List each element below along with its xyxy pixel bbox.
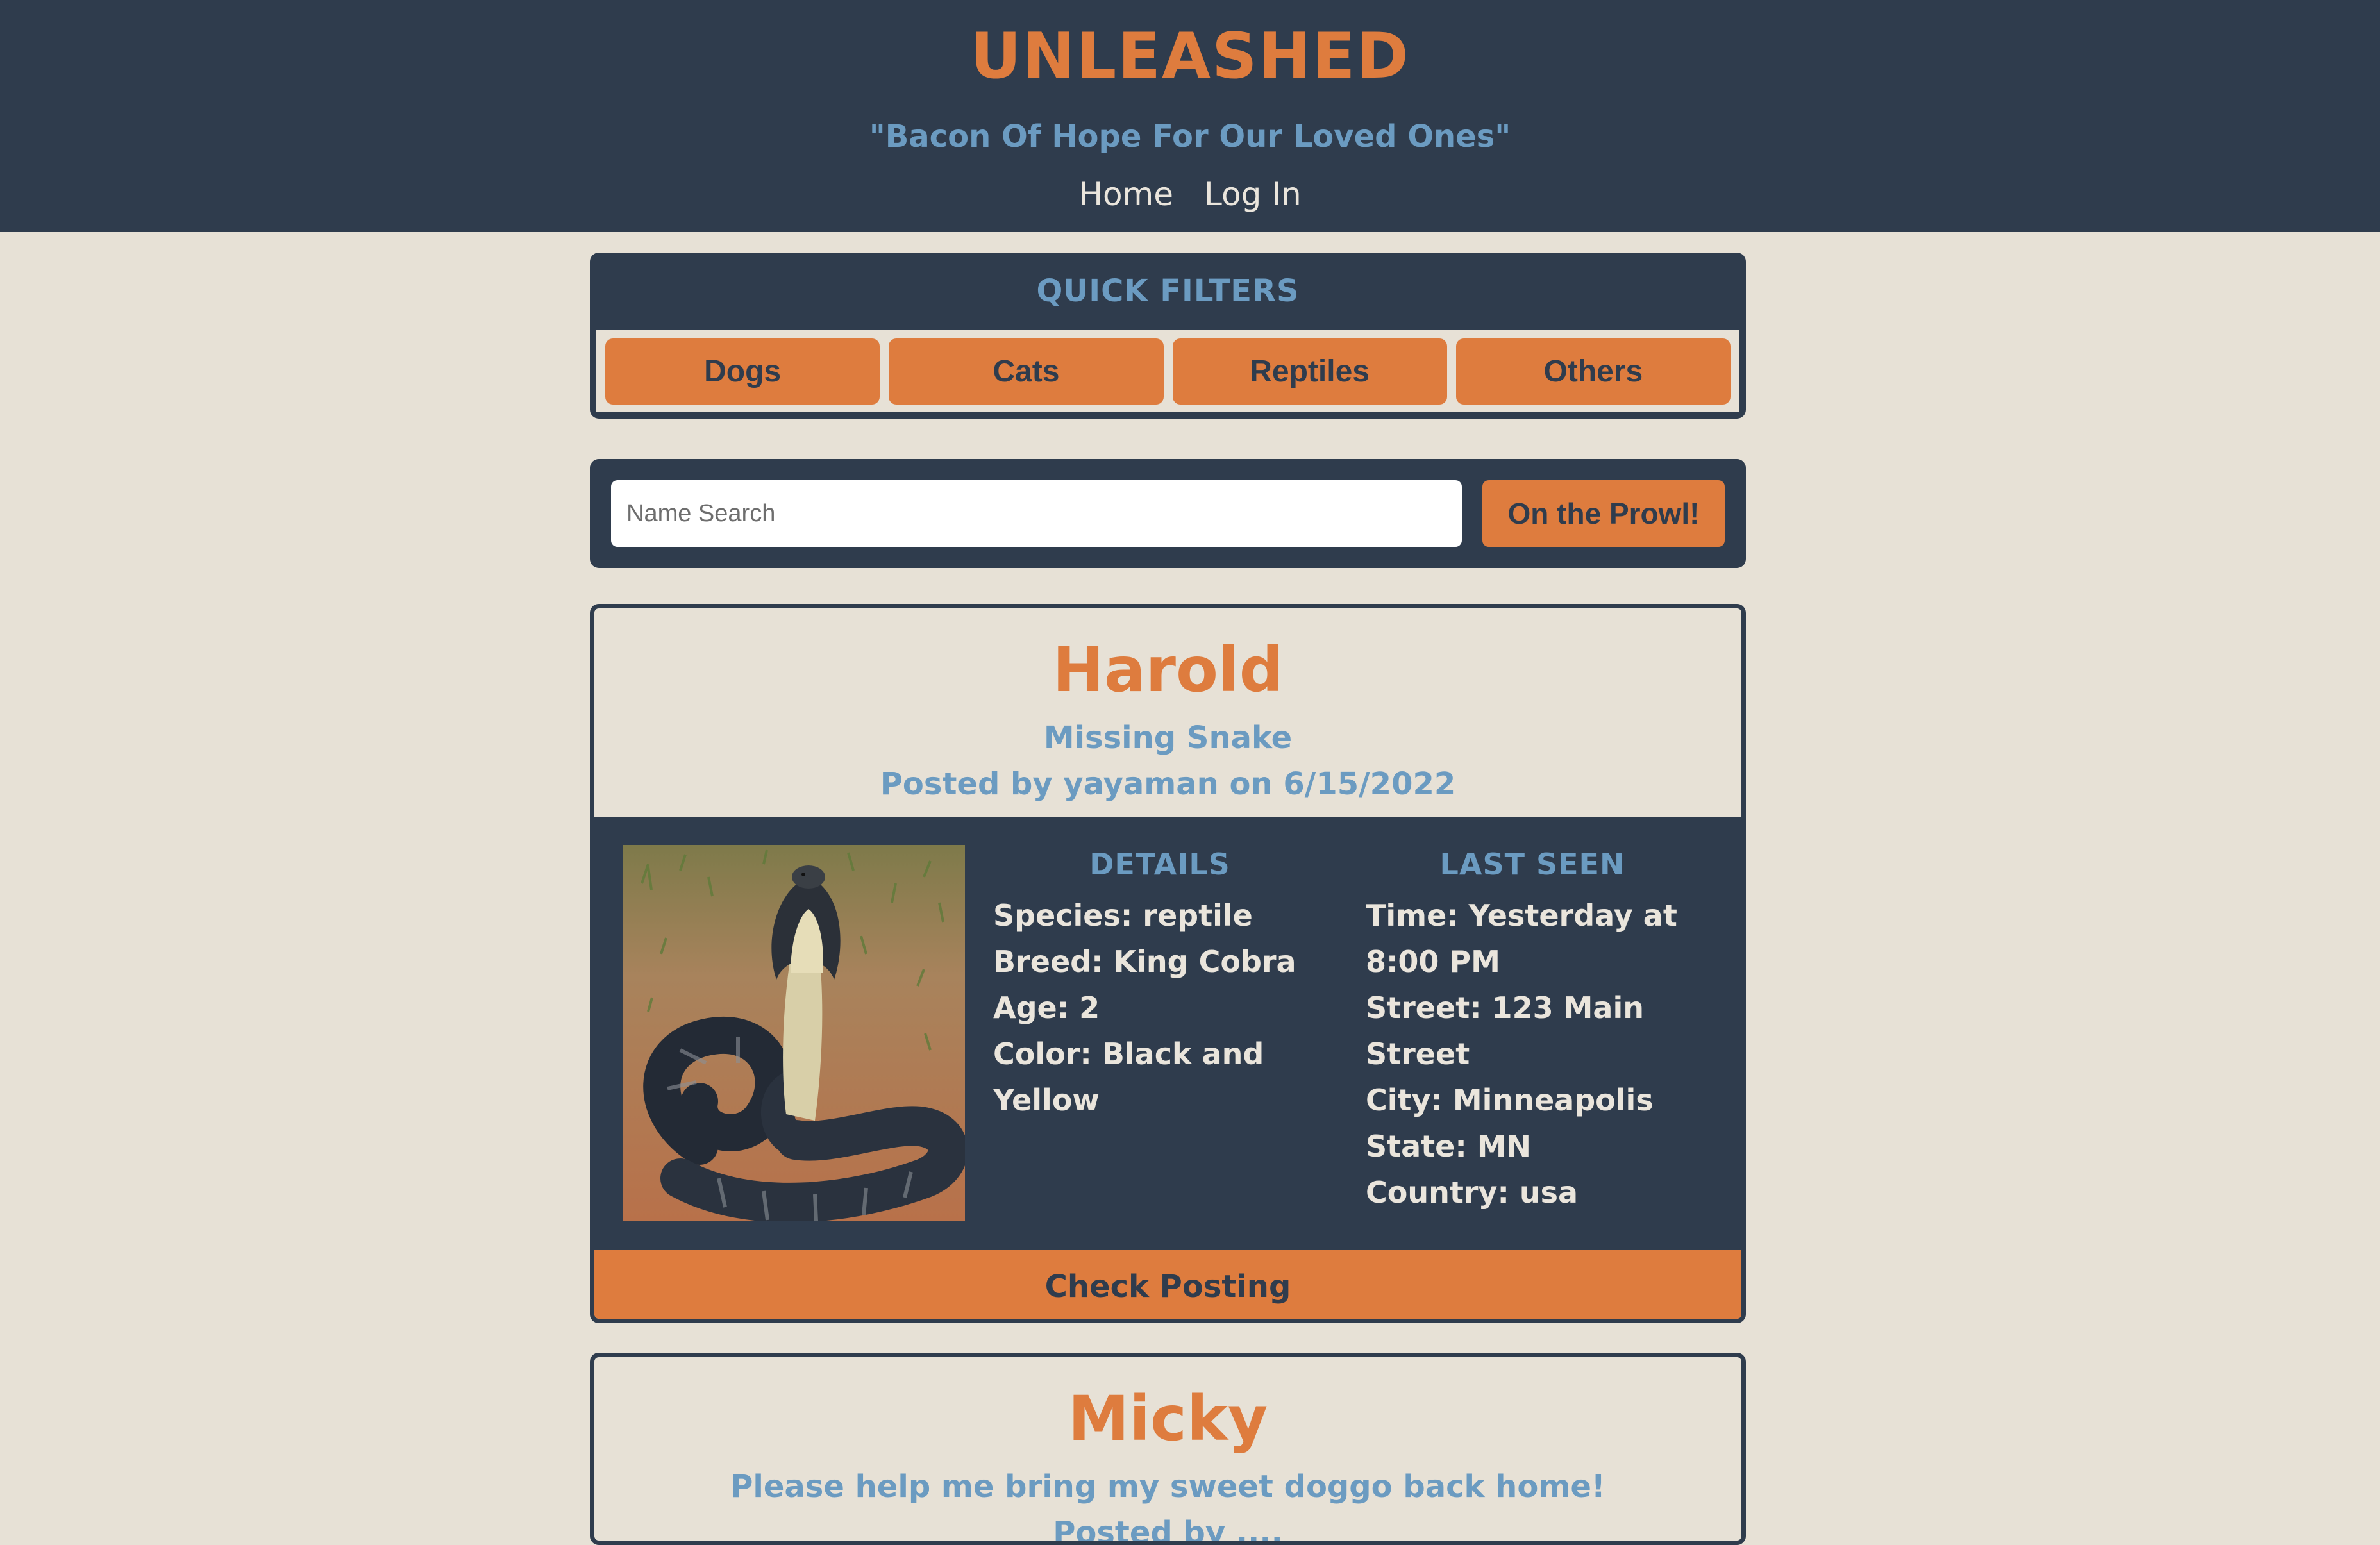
details-section: DETAILS Species: reptile Breed: King Cob… — [993, 845, 1327, 1123]
site-tagline: "Bacon Of Hope For Our Loved Ones" — [869, 119, 1511, 154]
last-seen-section: LAST SEEN Time: Yesterday at 8:00 PM Str… — [1366, 845, 1699, 1215]
pet-name: Harold — [1052, 634, 1284, 706]
last-seen-country: Country: usa — [1366, 1175, 1579, 1210]
last-seen-state: State: MN — [1366, 1129, 1532, 1164]
quick-filters-row: Dogs Cats Reptiles Others — [596, 330, 1739, 412]
post-subtitle: Please help me bring my sweet doggo back… — [730, 1469, 1605, 1505]
nav-login-link[interactable]: Log In — [1204, 172, 1302, 217]
post-byline: Posted by yayaman on 6/15/2022 — [880, 766, 1456, 802]
main-nav: Home Log In — [0, 172, 2380, 217]
quick-filters-panel: QUICK FILTERS Dogs Cats Reptiles Others — [590, 253, 1746, 419]
pet-photo — [623, 845, 965, 1221]
post-byline: Posted by .... — [1053, 1515, 1283, 1545]
site-title[interactable]: UNLEASHED — [0, 19, 2380, 94]
search-panel: On the Prowl! — [590, 459, 1746, 568]
search-submit-button[interactable]: On the Prowl! — [1482, 480, 1725, 547]
nav-home-link[interactable]: Home — [1078, 172, 1173, 217]
last-seen-heading: LAST SEEN — [1439, 847, 1625, 881]
pet-name: Micky — [1068, 1383, 1268, 1455]
filter-dogs-button[interactable]: Dogs — [605, 338, 880, 405]
detail-species: Species: reptile — [993, 898, 1253, 933]
last-seen-street: Street: 123 Main Street — [1366, 990, 1644, 1071]
last-seen-city: City: Minneapolis — [1366, 1083, 1654, 1117]
post-subtitle: Missing Snake — [1043, 720, 1293, 756]
detail-age: Age: 2 — [993, 990, 1100, 1025]
last-seen-time: Time: Yesterday at 8:00 PM — [1366, 898, 1677, 979]
filter-others-button[interactable]: Others — [1455, 338, 1731, 405]
filter-reptiles-button[interactable]: Reptiles — [1172, 338, 1447, 405]
filter-cats-button[interactable]: Cats — [889, 338, 1164, 405]
name-search-input[interactable] — [611, 480, 1462, 547]
details-heading: DETAILS — [1089, 847, 1230, 881]
detail-breed: Breed: King Cobra — [993, 944, 1296, 979]
check-posting-button[interactable]: Check Posting — [594, 1250, 1741, 1319]
post-card: Micky Please help me bring my sweet dogg… — [590, 1353, 1746, 1545]
detail-color: Color: Black and Yellow — [993, 1037, 1264, 1117]
quick-filters-title: QUICK FILTERS — [1036, 273, 1300, 309]
site-header: UNLEASHED "Bacon Of Hope For Our Loved O… — [0, 0, 2380, 232]
post-card: Harold Missing Snake Posted by yayaman o… — [590, 604, 1746, 1323]
post-body: DETAILS Species: reptile Breed: King Cob… — [594, 817, 1741, 1250]
